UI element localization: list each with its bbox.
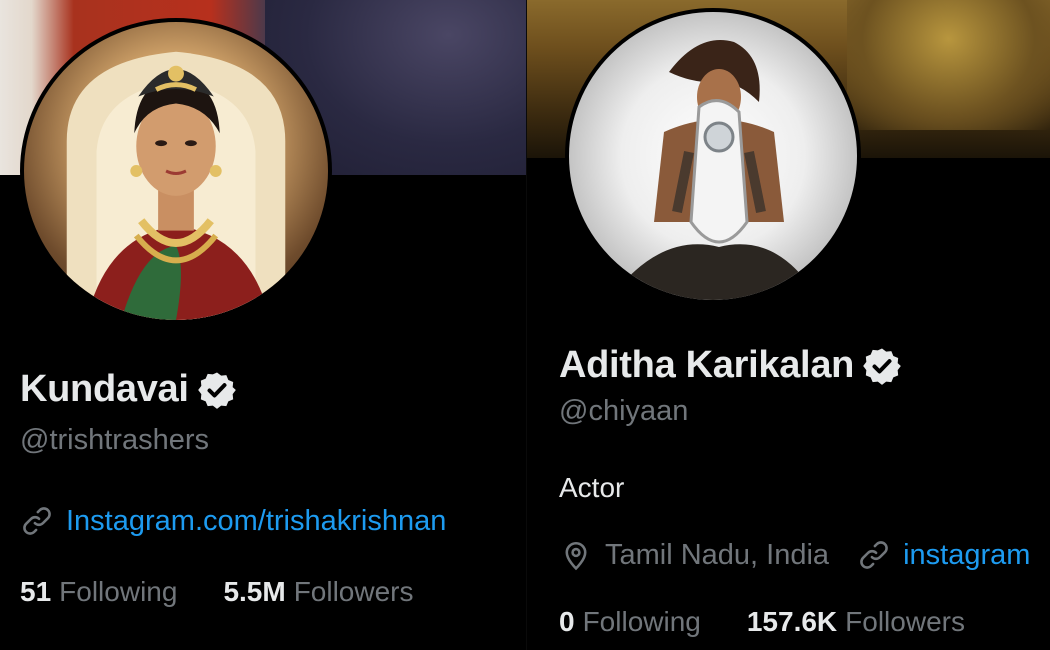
profile-bio: Actor xyxy=(559,472,625,503)
following-count: 51 xyxy=(20,576,52,607)
follow-stats: 51 Following 5.5M Followers xyxy=(20,576,460,608)
profile-website-link[interactable]: instagram xyxy=(903,539,1030,572)
link-icon xyxy=(857,538,891,572)
following-label: Following xyxy=(59,576,178,607)
profile-avatar[interactable] xyxy=(565,8,861,304)
following-stat[interactable]: 51 Following xyxy=(20,576,177,608)
followers-stat[interactable]: 157.6K Followers xyxy=(747,606,965,638)
user-handle: @trishtrashers xyxy=(20,424,209,456)
follow-stats: 0 Following 157.6K Followers xyxy=(559,606,1011,638)
following-stat[interactable]: 0 Following xyxy=(559,606,701,638)
display-name-row: Kundavai xyxy=(20,368,237,411)
user-handle: @chiyaan xyxy=(559,395,689,427)
followers-label: Followers xyxy=(845,606,965,637)
verified-badge-icon[interactable] xyxy=(197,370,237,410)
profile-link-row: Instagram.com/trishakrishnan xyxy=(20,504,446,538)
following-label: Following xyxy=(582,606,701,637)
profile-meta-row: Tamil Nadu, India instagram xyxy=(559,538,1030,572)
followers-stat[interactable]: 5.5M Followers xyxy=(223,576,413,608)
profile-card-left: Kundavai @trishtrashers Instagram.com/tr… xyxy=(0,0,527,650)
display-name: Kundavai xyxy=(20,368,189,410)
following-count: 0 xyxy=(559,606,575,637)
profile-website-link[interactable]: Instagram.com/trishakrishnan xyxy=(66,505,446,538)
followers-count: 5.5M xyxy=(223,576,286,607)
location-pin-icon xyxy=(559,538,593,572)
profile-avatar[interactable] xyxy=(20,18,332,324)
followers-count: 157.6K xyxy=(746,606,838,637)
profile-location: Tamil Nadu, India xyxy=(605,538,830,571)
display-name-row: Aditha Karikalan xyxy=(559,344,902,387)
verified-badge-icon[interactable] xyxy=(862,346,902,386)
followers-label: Followers xyxy=(293,576,414,607)
display-name: Aditha Karikalan xyxy=(559,344,855,386)
profile-card-right: Aditha Karikalan @chiyaan Actor Tamil Na… xyxy=(527,0,1050,650)
link-icon xyxy=(20,504,54,538)
